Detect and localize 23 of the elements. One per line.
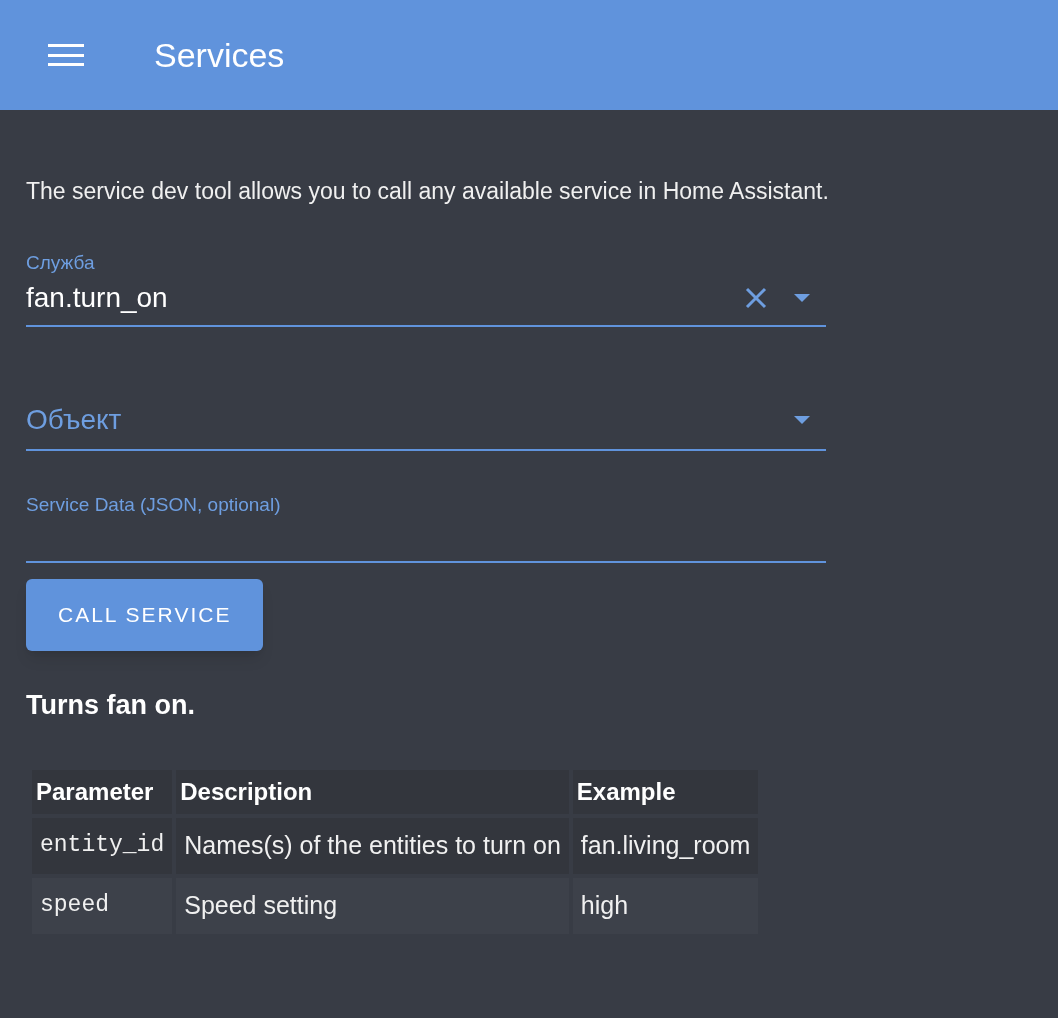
intro-text: The service dev tool allows you to call any available service in Home Assistant. bbox=[26, 177, 830, 206]
service-data-field[interactable]: Service Data (JSON, optional) bbox=[26, 491, 826, 563]
column-header: Example bbox=[572, 769, 759, 814]
menu-icon[interactable] bbox=[48, 42, 84, 68]
table-cell: high bbox=[572, 877, 759, 934]
column-header: Parameter bbox=[32, 769, 173, 814]
entity-field[interactable]: Объект bbox=[26, 399, 826, 451]
table-cell: fan.living_room bbox=[572, 817, 759, 874]
close-icon[interactable] bbox=[744, 286, 768, 310]
dropdown-caret-icon[interactable] bbox=[794, 416, 810, 424]
service-description: Turns fan on. bbox=[26, 689, 196, 722]
page-title: Services bbox=[154, 34, 285, 76]
table-cell: Speed setting bbox=[176, 877, 569, 934]
dropdown-caret-icon[interactable] bbox=[794, 294, 810, 302]
table-cell: entity_id bbox=[32, 817, 173, 874]
table-cell: speed bbox=[32, 877, 173, 934]
field-label: Service Data (JSON, optional) bbox=[26, 493, 282, 517]
field-label: Служба bbox=[26, 250, 96, 275]
table-cell: Names(s) of the entities to turn on bbox=[176, 817, 569, 874]
entity-input[interactable]: Объект bbox=[26, 399, 794, 441]
service-field[interactable]: Служба fan.turn_on bbox=[26, 248, 826, 327]
column-header: Description bbox=[176, 769, 569, 814]
service-input[interactable]: fan.turn_on bbox=[26, 277, 744, 319]
